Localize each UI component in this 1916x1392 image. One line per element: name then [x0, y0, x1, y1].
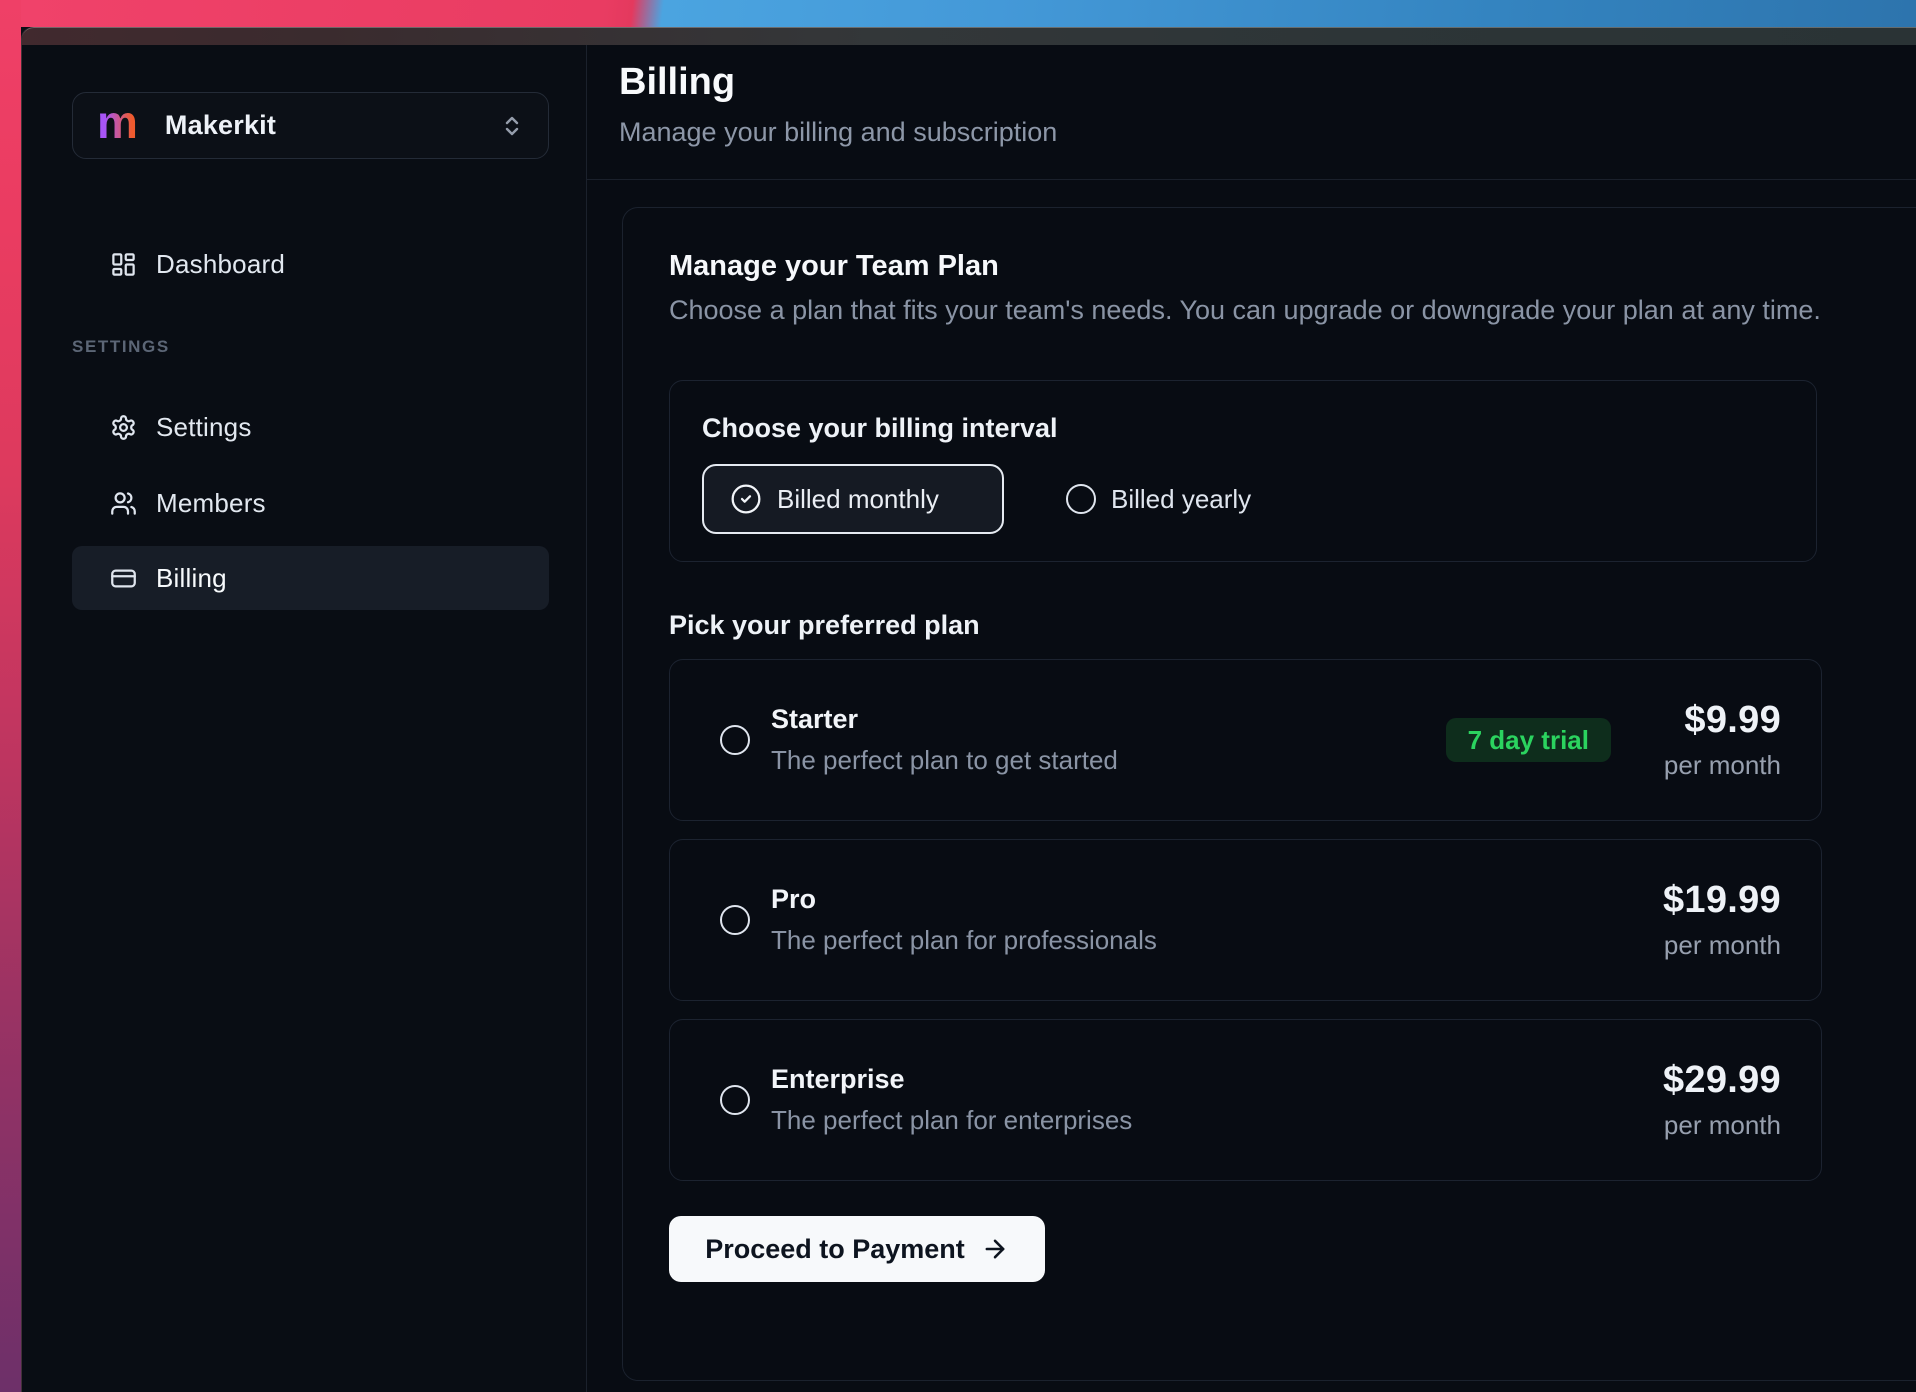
proceed-to-payment-button[interactable]: Proceed to Payment [669, 1216, 1045, 1282]
plan-description: The perfect plan for enterprises [771, 1105, 1649, 1136]
circle-check-icon [730, 483, 762, 515]
plan-price: $19.99 [1649, 879, 1781, 922]
workspace-name: Makerkit [165, 110, 276, 141]
window-titlebar[interactable] [22, 27, 1916, 45]
sidebar-item-label: Members [156, 488, 266, 519]
app-window: m Makerkit Dashboard SETTINGS Settings [21, 27, 1916, 1392]
radio-icon[interactable] [720, 725, 750, 755]
desktop: m Makerkit Dashboard SETTINGS Settings [0, 0, 1916, 1392]
card-description: Choose a plan that fits your team's need… [669, 295, 1916, 326]
sidebar-item-label: Settings [156, 412, 252, 443]
sidebar-section-settings: SETTINGS [72, 337, 170, 357]
plan-name: Enterprise [771, 1064, 1649, 1095]
plan-description: The perfect plan to get started [771, 745, 1446, 776]
billed-monthly-label: Billed monthly [777, 484, 939, 515]
plan-price: $29.99 [1649, 1059, 1781, 1102]
sidebar: m Makerkit Dashboard SETTINGS Settings [22, 45, 586, 1392]
plan-period: per month [1649, 750, 1781, 781]
radio-icon[interactable] [720, 905, 750, 935]
sidebar-item-members[interactable]: Members [72, 471, 549, 535]
dashboard-icon [110, 251, 137, 278]
plan-info: Pro The perfect plan for professionals [771, 884, 1649, 956]
billing-interval-label: Choose your billing interval [702, 413, 1784, 444]
sidebar-item-settings[interactable]: Settings [72, 395, 549, 459]
plan-price-block: $19.99 per month [1649, 879, 1781, 961]
sidebar-item-label: Dashboard [156, 249, 285, 280]
card-title: Manage your Team Plan [669, 250, 1916, 283]
plans-label: Pick your preferred plan [669, 610, 1916, 641]
billed-yearly-label: Billed yearly [1111, 484, 1251, 515]
plan-name: Pro [771, 884, 1649, 915]
billed-monthly-option[interactable]: Billed monthly [702, 464, 1004, 534]
plan-description: The perfect plan for professionals [771, 925, 1649, 956]
wallpaper-top [0, 0, 1916, 27]
plan-price-block: $9.99 per month [1649, 699, 1781, 781]
trial-badge: 7 day trial [1446, 718, 1611, 762]
plan-info: Enterprise The perfect plan for enterpri… [771, 1064, 1649, 1136]
header-divider [587, 179, 1916, 180]
workspace-selector[interactable]: m Makerkit [72, 92, 549, 159]
proceed-to-payment-label: Proceed to Payment [705, 1234, 965, 1265]
sidebar-item-dashboard[interactable]: Dashboard [72, 232, 549, 296]
chevrons-up-down-icon [500, 114, 524, 138]
sidebar-divider [586, 45, 587, 1392]
plan-price-block: $29.99 per month [1649, 1059, 1781, 1141]
plan-info: Starter The perfect plan to get started [771, 704, 1446, 776]
billing-interval-group: Choose your billing interval Billed mont… [669, 380, 1817, 562]
sidebar-item-billing[interactable]: Billing [72, 546, 549, 610]
plan-row-starter[interactable]: Starter The perfect plan to get started … [669, 659, 1822, 821]
plan-name: Starter [771, 704, 1446, 735]
billed-yearly-option[interactable]: Billed yearly [1066, 484, 1251, 515]
team-plan-card: Manage your Team Plan Choose a plan that… [622, 207, 1916, 1381]
page-subtitle: Manage your billing and subscription [619, 117, 1057, 148]
radio-icon[interactable] [720, 1085, 750, 1115]
plan-price: $9.99 [1649, 699, 1781, 742]
sidebar-item-label: Billing [156, 563, 227, 594]
page-title: Billing [619, 61, 735, 104]
users-icon [110, 490, 137, 517]
plan-row-enterprise[interactable]: Enterprise The perfect plan for enterpri… [669, 1019, 1822, 1181]
plan-row-pro[interactable]: Pro The perfect plan for professionals $… [669, 839, 1822, 1001]
wallpaper-left [0, 0, 21, 1392]
makerkit-logo-icon: m [97, 99, 138, 145]
arrow-right-icon [981, 1235, 1009, 1263]
plan-period: per month [1649, 930, 1781, 961]
radio-icon [1066, 484, 1096, 514]
credit-card-icon [110, 565, 137, 592]
plan-period: per month [1649, 1110, 1781, 1141]
billing-interval-options: Billed monthly Billed yearly [702, 464, 1784, 534]
gear-icon [110, 414, 137, 441]
